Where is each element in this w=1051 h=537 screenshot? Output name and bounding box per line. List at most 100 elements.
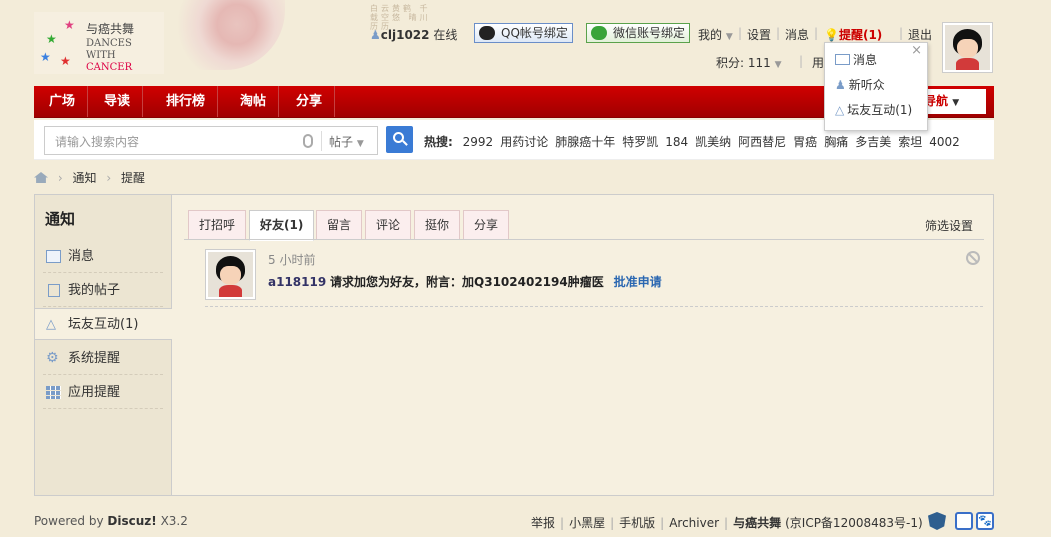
sidebar-title: 通知: [45, 210, 76, 228]
tab-guestbook[interactable]: 留言: [316, 210, 363, 240]
nav-item-square[interactable]: 广场: [37, 86, 89, 117]
hot-item[interactable]: 凯美纳: [695, 135, 731, 149]
hot-item[interactable]: 胃癌: [793, 135, 817, 149]
footer-mobile[interactable]: 手机版: [619, 516, 655, 530]
sidebar-item-interaction[interactable]: △ 坛友互动(1): [35, 308, 172, 340]
breadcrumb: › 通知 › 提醒: [34, 169, 145, 186]
friend-avatar[interactable]: [205, 249, 256, 300]
logo-en: DANCES WITH CANCER: [86, 38, 133, 73]
hot-label: 热搜:: [424, 135, 453, 149]
qq-bind-button[interactable]: QQ帐号绑定: [474, 23, 573, 43]
site-logo[interactable]: ★ ★ ★ ★ 与癌共舞 DANCES WITH CANCER: [34, 12, 164, 74]
star-icon: ★: [64, 18, 75, 32]
chevron-down-icon: ▼: [725, 32, 733, 42]
tab-greet[interactable]: 打招呼: [188, 210, 247, 240]
search-input[interactable]: 请输入搜索内容 帖子 ▼: [44, 126, 378, 155]
user-link[interactable]: ♟clj1022 在线: [370, 26, 457, 43]
block-icon[interactable]: [966, 251, 980, 265]
hot-item[interactable]: 184: [665, 135, 688, 149]
chevron-down-icon: ▼: [356, 139, 364, 149]
security-shield-icon[interactable]: [928, 512, 946, 530]
hot-item[interactable]: 4002: [929, 135, 960, 149]
envelope-icon: [46, 250, 61, 263]
sidebar-item-apps[interactable]: 应用提醒: [43, 377, 163, 409]
footer-site[interactable]: 与癌共舞: [733, 516, 781, 530]
tab-friends[interactable]: 好友(1): [249, 210, 315, 241]
sidebar-item-system[interactable]: ⚙ 系统提醒: [43, 343, 163, 375]
points-menu[interactable]: 积分: 111 ▼: [716, 54, 782, 71]
document-icon: [48, 284, 60, 297]
peony-decoration: [165, 0, 285, 70]
popup-item-new-listeners[interactable]: ♟ 新听众: [835, 76, 885, 93]
footer-icp[interactable]: 京ICP备12008483号-1: [790, 516, 918, 530]
tab-support[interactable]: 挺你: [414, 210, 461, 240]
footer-links: 举报 | 小黑屋 | 手机版 | Archiver | 与癌共舞 (京ICP备12008483号-…: [531, 516, 923, 530]
bulb-icon: 💡: [824, 28, 839, 42]
logout-link[interactable]: 退出: [908, 26, 932, 43]
search-button[interactable]: [386, 126, 413, 153]
recycle-icon: △: [835, 103, 845, 117]
tab-comments[interactable]: 评论: [365, 210, 412, 240]
nav-item-ranking[interactable]: 排行榜: [154, 86, 219, 117]
recycle-icon: △: [46, 317, 56, 332]
sidebar-item-my-posts[interactable]: 我的帖子: [43, 275, 163, 307]
breadcrumb-notice[interactable]: 通知: [72, 171, 96, 185]
envelope-icon: [835, 54, 850, 65]
notice-user-link[interactable]: a118119: [268, 275, 326, 289]
star-icon: ★: [46, 32, 57, 46]
hot-item[interactable]: 特罗凯: [622, 135, 658, 149]
microphone-icon[interactable]: [303, 134, 313, 148]
hot-item[interactable]: 索坦: [898, 135, 922, 149]
hot-item[interactable]: 肺腺癌十年: [555, 135, 615, 149]
notice-time: 5 小时前: [268, 253, 316, 267]
settings-link[interactable]: 设置: [747, 26, 771, 43]
nav-item-guide[interactable]: 导读: [92, 86, 144, 117]
logo-cn: 与癌共舞: [86, 22, 135, 36]
certification-icon[interactable]: [955, 512, 973, 530]
gear-icon: ⚙: [46, 350, 59, 366]
calligraphy-decoration: 白云黄鹤 千载空悠 晴川历历: [370, 4, 431, 31]
hot-searches: 热搜: 2992 用药讨论 肺腺癌十年 特罗凯 184 凯美纳 阿西替尼 胃癌 胸痛 多吉美 索坦 4…: [424, 133, 967, 150]
search-placeholder: 请输入搜索内容: [55, 135, 140, 149]
use-link[interactable]: 用: [812, 54, 824, 71]
close-icon[interactable]: ×: [911, 43, 922, 58]
tab-share[interactable]: 分享: [463, 210, 510, 240]
my-menu[interactable]: 我的 ▼: [698, 26, 733, 43]
nav-item-share[interactable]: 分享: [284, 86, 336, 117]
grid-icon: [46, 386, 61, 399]
user-icon: ♟: [370, 28, 381, 42]
nav-item-collection[interactable]: 淘帖: [228, 86, 280, 117]
search-type-select[interactable]: 帖子 ▼: [329, 133, 364, 150]
breadcrumb-reminder: 提醒: [120, 171, 145, 185]
reminders-link[interactable]: 💡提醒(1): [824, 26, 882, 43]
wechat-bind-button[interactable]: 微信账号绑定: [586, 23, 691, 43]
hot-item[interactable]: 多吉美: [855, 135, 891, 149]
hot-item[interactable]: 胸痛: [824, 135, 848, 149]
user-avatar[interactable]: [942, 22, 993, 73]
star-icon: ★: [60, 54, 71, 68]
sidebar-item-messages[interactable]: 消息: [43, 241, 163, 273]
footer-blacklist[interactable]: 小黑屋: [569, 516, 605, 530]
approve-request-link[interactable]: 批准申请: [614, 275, 662, 289]
hot-item[interactable]: 用药讨论: [500, 135, 548, 149]
caret-down-icon: ▼: [952, 98, 960, 108]
home-icon[interactable]: [34, 172, 48, 183]
notice-message: a118119 请求加您为好友，附言：加Q3102402194肿瘤医 批准申请: [268, 273, 662, 290]
hot-item[interactable]: 阿西替尼: [738, 135, 786, 149]
chevron-down-icon: ▼: [774, 60, 782, 70]
qq-icon: [479, 26, 495, 40]
baidu-paw-icon[interactable]: 🐾: [976, 512, 994, 530]
reminder-popup: × 消息 ♟ 新听众 △ 坛友互动(1): [824, 42, 928, 131]
sidebar: 通知 消息 我的帖子 △ 坛友互动(1) ⚙ 系统提醒 应用提醒: [35, 195, 172, 495]
wechat-icon: [591, 26, 607, 40]
hot-item[interactable]: 2992: [463, 135, 494, 149]
discuz-link[interactable]: Discuz!: [107, 514, 156, 528]
popup-item-messages[interactable]: 消息: [835, 51, 877, 68]
popup-item-interaction[interactable]: △ 坛友互动(1): [835, 101, 912, 118]
footer-report[interactable]: 举报: [531, 516, 555, 530]
person-icon: ♟: [835, 78, 846, 92]
messages-link[interactable]: 消息: [785, 26, 809, 43]
footer-archiver[interactable]: Archiver: [669, 516, 719, 530]
filter-settings-link[interactable]: 筛选设置: [925, 217, 973, 234]
site-nav-dropdown[interactable]: 导航 ▼: [920, 89, 986, 114]
